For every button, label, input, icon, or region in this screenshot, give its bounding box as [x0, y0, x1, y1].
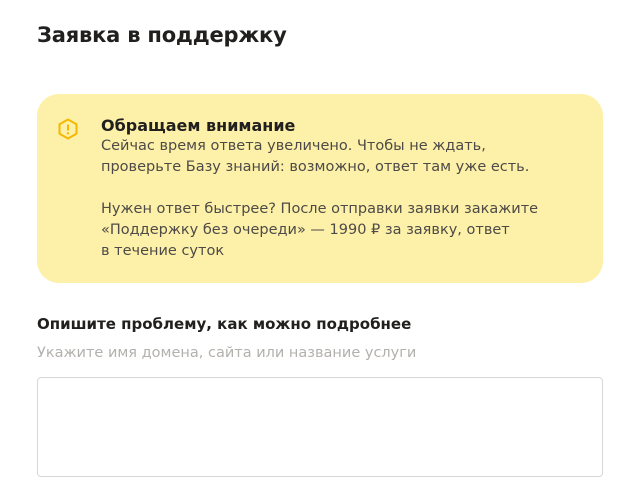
problem-description-input[interactable] [37, 377, 603, 477]
problem-description-label: Опишите проблему, как можно подробнее [37, 315, 412, 333]
notice-paragraph-response-time: Сейчас время ответа увеличено. Чтобы не … [101, 136, 529, 178]
notice-line: проверьте Базу знаний: возможно, ответ т… [101, 159, 530, 175]
notice-line: Сейчас время ответа увеличено. Чтобы не … [101, 138, 486, 154]
notice-line: Нужен ответ быстрее? После отправки заяв… [101, 201, 539, 217]
notice-line: «Поддержку без очереди» — 1990 ₽ за заяв… [101, 222, 510, 238]
problem-description-hint: Укажите имя домена, сайта или название у… [37, 345, 417, 361]
notice-paragraph-priority-support: Нужен ответ быстрее? После отправки заяв… [101, 199, 538, 262]
notice-line: в течение суток [101, 243, 225, 259]
attention-notice: Обращаем внимание Сейчас время ответа ув… [37, 94, 603, 283]
notice-title: Обращаем внимание [101, 116, 296, 135]
warning-hexagon-icon [56, 117, 80, 141]
page-title: Заявка в поддержку [37, 23, 287, 47]
